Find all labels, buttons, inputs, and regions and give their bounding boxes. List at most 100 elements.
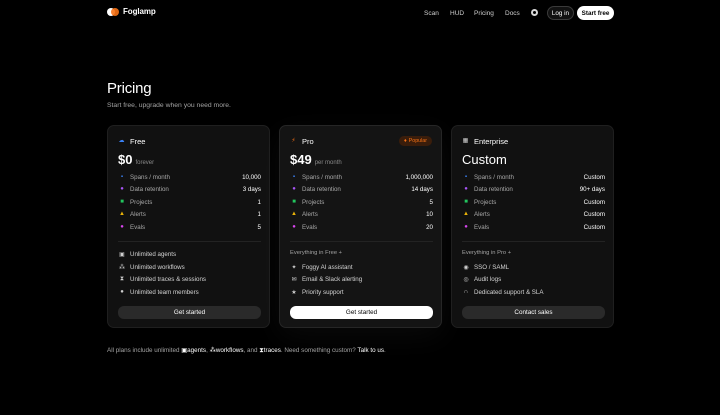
features-heading: Everything in Pro + — [462, 250, 512, 256]
folder-icon: ■ — [292, 199, 296, 205]
metric-value: 10,000 — [242, 173, 261, 181]
clock-icon: ● — [292, 186, 296, 192]
footnote-agents: agents — [187, 347, 207, 354]
nav-link-docs[interactable]: Docs — [505, 10, 520, 17]
metric-value: Custom — [583, 223, 605, 231]
metric-value: 10 — [426, 210, 433, 218]
bolt-icon: ⚡ — [291, 138, 296, 144]
nav-link-pricing[interactable]: Pricing — [474, 10, 494, 17]
feature-label: Unlimited agents — [130, 250, 177, 258]
workflow-icon: ⁂ — [119, 264, 125, 271]
foglamp-logo-icon — [107, 7, 119, 16]
nav-link-hud[interactable]: HUD — [450, 10, 464, 17]
feature-label: Email & Slack alerting — [302, 275, 363, 283]
mail-icon: ✉ — [291, 276, 297, 283]
metric-alerts: ▲ Alerts 10 — [290, 209, 433, 219]
metric-value: 1,000,000 — [405, 173, 433, 181]
top-nav: Foglamp Scan HUD Pricing Docs Log in Sta… — [0, 0, 720, 28]
plan-name: Enterprise — [474, 137, 509, 146]
start-free-button[interactable]: Start free — [577, 6, 614, 20]
page-subtitle: Start free, upgrade when you need more. — [107, 102, 231, 109]
metric-retention: ● Data retention 14 days — [290, 184, 433, 194]
footnote-sep: , and — [243, 347, 258, 354]
features-heading: Everything in Free + — [290, 250, 343, 256]
metric-label: Data retention — [474, 185, 513, 193]
feature-item: ✉ Email & Slack alerting — [290, 274, 362, 284]
metric-label: Spans / month — [130, 173, 170, 181]
feature-label: Unlimited workflows — [130, 263, 185, 271]
metric-evals: ● Evals Custom — [462, 222, 605, 232]
headset-icon: ∩ — [463, 289, 469, 295]
badge-label: Popular — [408, 138, 427, 144]
robot-icon: ▣ — [119, 251, 125, 258]
metric-label: Data retention — [130, 185, 169, 193]
star-icon: ★ — [291, 289, 297, 296]
footnote-text: . Need something custom? — [280, 347, 356, 354]
warning-icon: ▲ — [119, 211, 125, 217]
metric-value: 14 days — [411, 185, 433, 193]
spans-icon: ▪ — [120, 174, 124, 180]
metric-spans: ▪ Spans / month 10,000 — [118, 172, 261, 182]
audit-icon: ◎ — [463, 276, 469, 283]
footnote-end: . — [384, 347, 386, 354]
spans-icon: ▪ — [464, 174, 468, 180]
plan-name: Free — [130, 137, 146, 146]
metric-label: Projects — [130, 198, 153, 206]
metric-projects: ■ Projects 1 — [118, 197, 261, 207]
metric-value: 90+ days — [579, 185, 605, 193]
feature-item: ⧗ Unlimited traces & sessions — [118, 274, 206, 284]
feature-label: Audit logs — [474, 275, 502, 283]
sparkle-icon: ✦ — [291, 264, 297, 271]
spans-icon: ▪ — [292, 174, 296, 180]
plan-card-enterprise: ▦ Enterprise Custom ▪ Spans / month Custom… — [451, 125, 614, 328]
feature-label: Priority support — [302, 288, 344, 296]
folder-icon: ■ — [120, 199, 124, 205]
fire-icon: ♦ — [404, 138, 407, 144]
folder-icon: ■ — [464, 199, 468, 205]
card-divider — [462, 241, 605, 242]
feature-item: ◎ Audit logs — [462, 274, 501, 284]
metric-label: Alerts — [302, 210, 318, 218]
plan-price: $0 — [118, 152, 133, 167]
popular-badge: ♦ Popular — [399, 136, 432, 146]
get-started-button[interactable]: Get started — [118, 306, 261, 319]
contact-sales-button[interactable]: Contact sales — [462, 306, 605, 319]
feature-label: Dedicated support & SLA — [474, 288, 544, 296]
metric-value: Custom — [583, 210, 605, 218]
plan-card-pro: ⚡ Pro ♦ Popular $49 per month ▪ Spans / mo… — [279, 125, 442, 328]
metric-label: Evals — [302, 223, 318, 231]
github-icon[interactable] — [531, 9, 538, 16]
login-button[interactable]: Log in — [547, 6, 574, 20]
get-started-button[interactable]: Get started — [290, 306, 433, 319]
talk-to-us-link[interactable]: Talk to us — [357, 347, 384, 354]
shield-icon: ◉ — [463, 264, 469, 271]
metric-label: Projects — [474, 198, 497, 206]
plan-price-period: per month — [314, 160, 342, 166]
user-icon: ● — [120, 289, 124, 295]
metric-value: 1 — [257, 210, 261, 218]
metric-value: 20 — [426, 223, 433, 231]
plan-price: $49 — [290, 152, 312, 167]
metric-label: Data retention — [302, 185, 341, 193]
metric-label: Projects — [302, 198, 325, 206]
metric-alerts: ▲ Alerts Custom — [462, 209, 605, 219]
clock-icon: ● — [120, 186, 124, 192]
warning-icon: ▲ — [463, 211, 469, 217]
nav-link-scan[interactable]: Scan — [424, 10, 439, 17]
metric-value: 1 — [257, 198, 261, 206]
metric-retention: ● Data retention 90+ days — [462, 184, 605, 194]
metric-spans: ▪ Spans / month 1,000,000 — [290, 172, 433, 182]
metric-projects: ■ Projects Custom — [462, 197, 605, 207]
brand-logo[interactable]: Foglamp — [107, 7, 156, 16]
metric-value: Custom — [583, 173, 605, 181]
feature-label: SSO / SAML — [474, 263, 510, 271]
metric-evals: ● Evals 20 — [290, 222, 433, 232]
feature-item: ★ Priority support — [290, 287, 344, 297]
feature-item: ∩ Dedicated support & SLA — [462, 287, 544, 297]
metric-retention: ● Data retention 3 days — [118, 184, 261, 194]
metric-label: Evals — [130, 223, 146, 231]
feature-item: ⁂ Unlimited workflows — [118, 262, 185, 272]
plan-price: Custom — [462, 152, 507, 167]
feature-item: ✦ Foggy AI assistant — [290, 262, 352, 272]
metric-projects: ■ Projects 5 — [290, 197, 433, 207]
